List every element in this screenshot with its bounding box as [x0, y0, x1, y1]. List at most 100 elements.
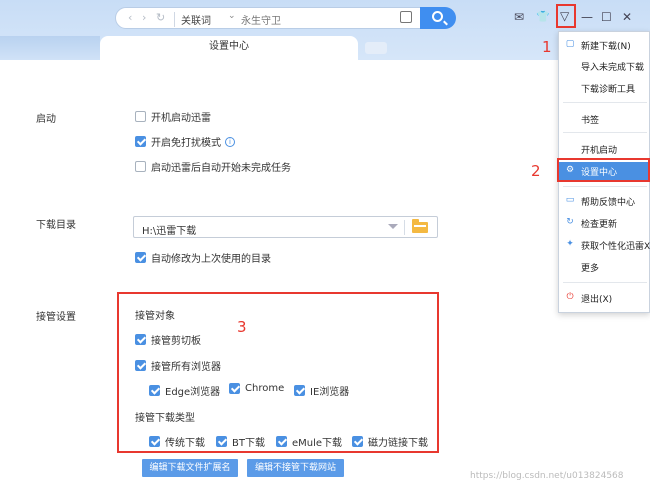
auto-modify-option[interactable]: 自动修改为上次使用的目录	[135, 250, 271, 265]
startup-option-dnd[interactable]: 开启免打扰模式 i	[135, 134, 235, 149]
skin-icon[interactable]: 👕	[536, 10, 550, 23]
checkbox[interactable]	[135, 252, 146, 263]
checkbox[interactable]	[229, 383, 240, 394]
option-label: IE浏览器	[310, 387, 350, 398]
checkbox[interactable]	[135, 360, 146, 371]
browser-chrome-option[interactable]: Chrome	[229, 383, 284, 394]
takeover-browsers-option[interactable]: 接管所有浏览器	[135, 358, 221, 373]
startup-label: 启动	[36, 114, 56, 125]
checkbox[interactable]	[135, 334, 146, 345]
search-box[interactable]: ‹ › ↻ 关联词 ⌄ 永生守卫	[115, 7, 455, 29]
startup-option-autostart[interactable]: 开机启动迅雷	[135, 109, 211, 124]
checkbox[interactable]	[135, 161, 146, 172]
option-label: 接管剪切板	[151, 336, 201, 347]
option-label: 磁力链接下载	[368, 438, 428, 449]
sparkle-icon: ✦	[566, 239, 574, 249]
type-emule-option[interactable]: eMule下载	[276, 434, 342, 449]
takeover-clipboard-option[interactable]: 接管剪切板	[135, 332, 201, 347]
tab-settings[interactable]: 设置中心	[100, 36, 358, 60]
mail-icon[interactable]: ✉	[514, 10, 524, 24]
chevron-down-icon[interactable]: ⌄	[228, 11, 236, 21]
edit-extensions-button[interactable]: 编辑下载文件扩展名	[142, 459, 238, 477]
divider	[404, 220, 405, 235]
checkbox[interactable]	[216, 436, 227, 447]
refresh-icon[interactable]: ↻	[156, 11, 165, 24]
menu-item-help[interactable]: ▭ 帮助反馈中心	[559, 192, 650, 210]
menu-item-exit[interactable]: ⏻ 退出(X)	[559, 289, 650, 307]
option-label: 自动修改为上次使用的目录	[151, 254, 271, 265]
folder-icon[interactable]	[412, 219, 428, 233]
browser-edge-option[interactable]: Edge浏览器	[149, 383, 220, 398]
type-bt-option[interactable]: BT下载	[216, 434, 265, 449]
checkbox[interactable]	[276, 436, 287, 447]
menu-divider	[563, 282, 647, 283]
search-input[interactable]: 永生守卫	[241, 12, 281, 27]
startup-option-resume[interactable]: 启动迅雷后自动开始未完成任务	[135, 159, 291, 174]
menu-divider	[563, 186, 647, 187]
type-magnet-option[interactable]: 磁力链接下载	[352, 434, 428, 449]
search-label: 关联词	[174, 12, 211, 27]
option-label: Edge浏览器	[165, 387, 221, 398]
doc-plus-icon: ▢	[565, 39, 575, 49]
search-icon	[432, 11, 443, 22]
maximize-icon[interactable]: ☐	[601, 10, 612, 24]
checkbox[interactable]	[149, 436, 160, 447]
back-icon[interactable]: ‹	[128, 11, 132, 24]
menu-divider	[563, 132, 647, 133]
menu-item-label: 导入未完成下载	[581, 63, 645, 73]
menu-item-import[interactable]: 导入未完成下载	[559, 57, 650, 75]
menu-item-label: 更多	[581, 264, 600, 274]
menu-item-bookmarks[interactable]: 书签	[559, 110, 650, 128]
minimize-icon[interactable]: —	[581, 10, 593, 24]
refresh-icon: ↻	[566, 217, 574, 227]
edit-excluded-sites-button[interactable]: 编辑不接管下载网站	[247, 459, 344, 477]
menu-item-personalize[interactable]: ✦ 获取个性化迅雷X	[559, 236, 650, 254]
type-normal-option[interactable]: 传统下载	[149, 434, 205, 449]
option-label: 开机启动迅雷	[151, 113, 211, 124]
chat-icon: ▭	[565, 195, 575, 205]
annotation-label-2: 2	[531, 162, 541, 180]
menu-item-label: 帮助反馈中心	[581, 198, 636, 208]
download-dir-path: H:\迅雷下载	[142, 226, 197, 237]
takeover-types-title: 接管下载类型	[135, 413, 195, 424]
forward-icon[interactable]: ›	[142, 11, 146, 24]
option-label: 传统下载	[165, 438, 205, 449]
option-label: Chrome	[245, 383, 285, 394]
annotation-box-2	[557, 158, 650, 182]
menu-item-label: 检查更新	[581, 220, 618, 230]
option-label: eMule下载	[292, 438, 343, 449]
menu-item-label: 下载诊断工具	[581, 85, 636, 95]
annotation-label-3: 3	[237, 318, 247, 336]
checkbox[interactable]	[149, 385, 160, 396]
menu-item-label: 退出(X)	[581, 295, 613, 305]
menu-item-label: 获取个性化迅雷X	[581, 242, 650, 252]
download-dir-label: 下载目录	[36, 220, 76, 231]
menu-item-autostart[interactable]: 开机启动	[559, 140, 650, 158]
option-label: 启动迅雷后自动开始未完成任务	[151, 163, 291, 174]
takeover-objects-title: 接管对象	[135, 311, 175, 322]
paste-icon[interactable]	[400, 11, 412, 23]
checkbox[interactable]	[352, 436, 363, 447]
checkbox[interactable]	[294, 385, 305, 396]
menu-item-more[interactable]: 更多	[559, 258, 650, 276]
menu-item-new-download[interactable]: ▢ 新建下载(N)	[559, 36, 650, 54]
search-button[interactable]	[420, 7, 456, 29]
option-label: BT下载	[232, 438, 265, 449]
option-label: 开启免打扰模式	[151, 138, 221, 149]
power-icon: ⏻	[566, 292, 574, 302]
menu-item-label: 开机启动	[581, 146, 618, 156]
annotation-box-1	[556, 4, 576, 28]
checkbox[interactable]	[135, 136, 146, 147]
takeover-label: 接管设置	[36, 312, 76, 323]
menu-item-label: 新建下载(N)	[581, 42, 631, 52]
menu-item-diagnose[interactable]: 下载诊断工具	[559, 79, 650, 97]
menu-item-update[interactable]: ↻ 检查更新	[559, 214, 650, 232]
info-icon[interactable]: i	[225, 136, 235, 147]
close-icon[interactable]: ✕	[622, 10, 632, 24]
option-label: 接管所有浏览器	[151, 362, 221, 373]
browser-ie-option[interactable]: IE浏览器	[294, 383, 349, 398]
chevron-down-icon[interactable]	[388, 224, 398, 229]
download-dir-select[interactable]: H:\迅雷下载	[133, 216, 438, 238]
tab-new[interactable]	[365, 42, 387, 54]
checkbox[interactable]	[135, 111, 146, 122]
